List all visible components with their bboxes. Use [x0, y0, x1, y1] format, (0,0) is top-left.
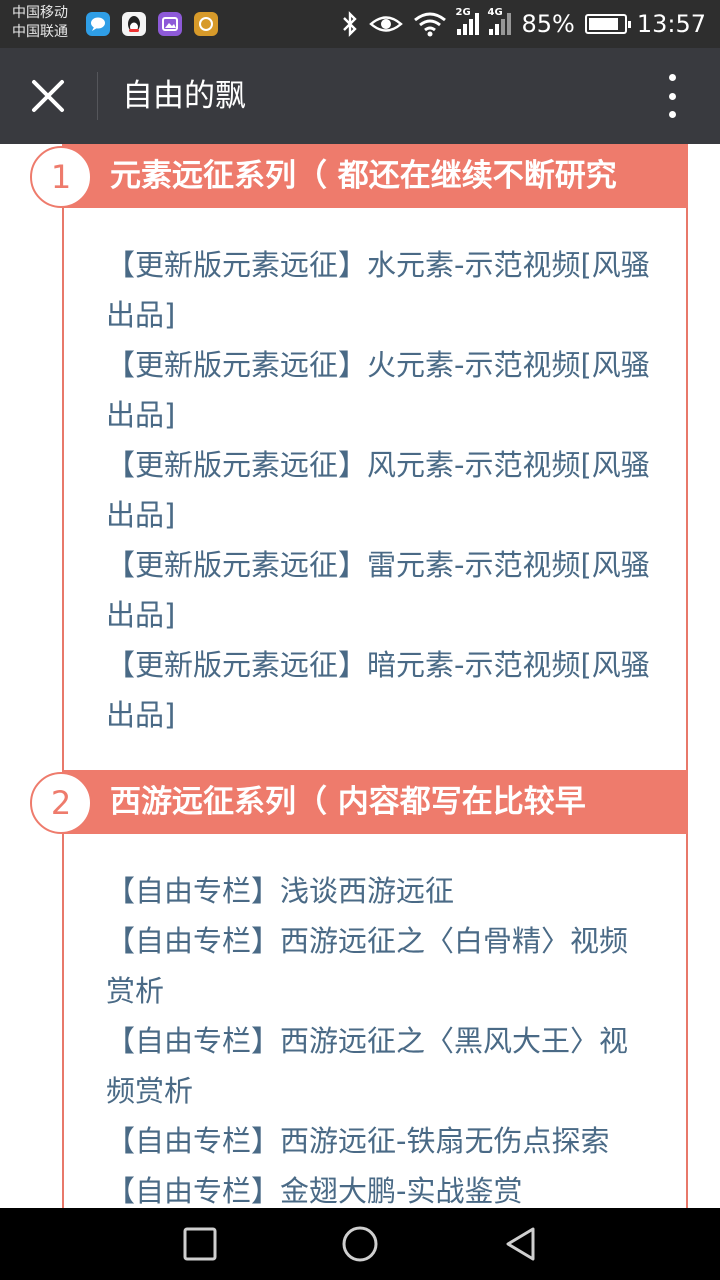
close-icon	[32, 80, 64, 112]
section-2-title: 西游远征系列（ 内容都写在比较早	[110, 784, 586, 820]
recent-apps-button[interactable]	[180, 1224, 220, 1264]
section-2-list: 【自由专栏】浅谈西游远征 【自由专栏】西游远征之〈白骨精〉视频赏析 【自由专栏】…	[106, 866, 652, 1208]
section-1-number: 1	[30, 146, 92, 208]
section-2-link[interactable]: 【自由专栏】西游远征之〈黑风大王〉视频赏析	[106, 1016, 652, 1116]
section-1-link[interactable]: 【更新版元素远征】雷元素-示范视频[风骚出品]	[106, 540, 652, 640]
network-type-4g: 4G	[487, 7, 503, 18]
section-1-link[interactable]: 【更新版元素远征】风元素-示范视频[风骚出品]	[106, 440, 652, 540]
section-1-list: 【更新版元素远征】水元素-示范视频[风骚出品] 【更新版元素远征】火元素-示范视…	[106, 240, 652, 740]
circle-icon	[342, 1226, 378, 1262]
carrier-2: 中国联通	[12, 24, 68, 40]
section-2-link[interactable]: 【自由专栏】金翅大鹏-实战鉴赏	[106, 1166, 652, 1208]
signal-strength-icon-2g: 2G	[455, 7, 480, 35]
section-2-header: 西游远征系列（ 内容都写在比较早	[62, 770, 688, 834]
square-icon	[183, 1227, 217, 1261]
message-notification-icon	[86, 12, 110, 36]
section-1-title: 元素远征系列（ 都还在继续不断研究	[110, 158, 617, 194]
section-1-link[interactable]: 【更新版元素远征】火元素-示范视频[风骚出品]	[106, 340, 652, 440]
section-1-link[interactable]: 【更新版元素远征】暗元素-示范视频[风骚出品]	[106, 640, 652, 740]
bluetooth-icon	[343, 11, 358, 37]
network-type-2g: 2G	[455, 7, 471, 18]
more-options-button[interactable]	[660, 74, 684, 118]
section-2-link[interactable]: 【自由专栏】浅谈西游远征	[106, 866, 652, 916]
clock: 13:57	[636, 10, 706, 38]
title-bar: 自由的飘	[0, 48, 720, 144]
section-2-link[interactable]: 【自由专栏】西游远征-铁扇无伤点探索	[106, 1116, 652, 1166]
system-navigation-bar	[0, 1208, 720, 1280]
back-triangle-icon	[506, 1227, 535, 1261]
title-divider	[97, 72, 98, 120]
signal-strength-icon-4g: 4G	[487, 7, 512, 35]
section-1-link[interactable]: 【更新版元素远征】水元素-示范视频[风骚出品]	[106, 240, 652, 340]
battery-icon	[584, 14, 631, 34]
status-indicators: 2G 4G 85% 13:57	[341, 7, 706, 40]
battery-percent: 85%	[521, 10, 575, 38]
notification-icons	[86, 12, 218, 36]
wifi-icon	[414, 12, 447, 37]
more-dot-icon	[668, 74, 676, 81]
eye-comfort-icon	[369, 16, 404, 32]
carrier-info: 中国移动 中国联通	[12, 4, 68, 42]
close-button[interactable]	[28, 76, 68, 116]
gallery-notification-icon	[158, 12, 182, 36]
article-content[interactable]: 元素远征系列（ 都还在继续不断研究 1 【更新版元素远征】水元素-示范视频[风骚…	[0, 144, 720, 1208]
section-1-header: 元素远征系列（ 都还在继续不断研究	[62, 144, 688, 208]
section-2-number: 2	[30, 772, 92, 834]
more-dot-icon	[668, 92, 676, 100]
back-button[interactable]	[500, 1224, 540, 1264]
page-title: 自由的飘	[122, 78, 246, 114]
qq-notification-icon	[122, 12, 146, 36]
more-dot-icon	[668, 111, 676, 118]
status-bar: 中国移动 中国联通 2G 4G 85% 13:57	[0, 0, 720, 48]
app-notification-icon	[194, 12, 218, 36]
carrier-1: 中国移动	[12, 5, 68, 21]
home-button[interactable]	[340, 1224, 380, 1264]
section-2-link[interactable]: 【自由专栏】西游远征之〈白骨精〉视频赏析	[106, 916, 652, 1016]
